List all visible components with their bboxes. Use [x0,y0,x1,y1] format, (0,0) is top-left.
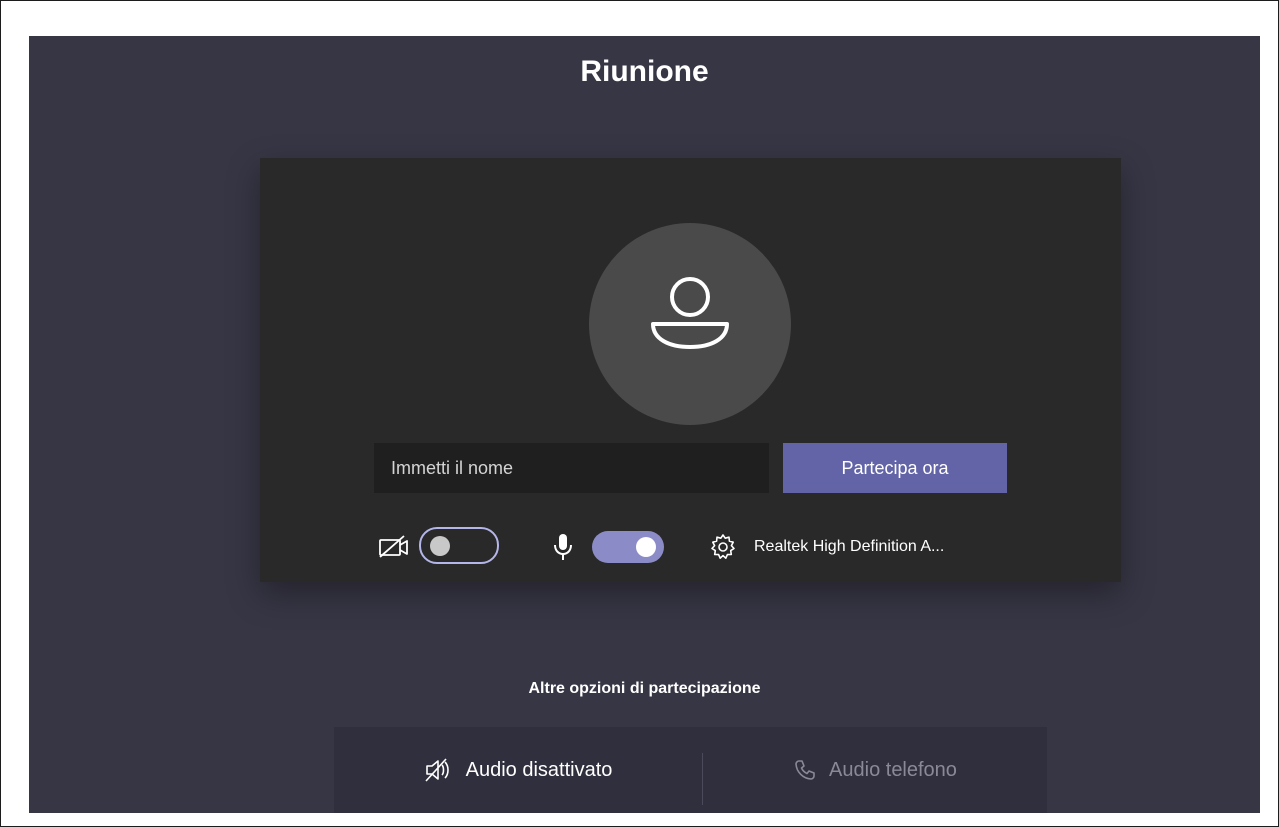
phone-audio-option[interactable]: Audio telefono [703,727,1047,813]
phone-icon [795,760,815,780]
audio-off-label: Audio disattivato [465,758,613,781]
person-icon [651,277,729,349]
camera-off-icon[interactable] [378,535,410,559]
page-title: Riunione [580,55,709,88]
join-options-bar: Audio disattivato Audio telefono [334,727,1047,813]
microphone-toggle[interactable] [592,531,664,563]
window-frame: Riunione Partecipa ora [0,0,1279,827]
audio-off-option[interactable]: Audio disattivato [334,727,702,813]
microphone-icon[interactable] [552,532,574,562]
phone-audio-label: Audio telefono [829,758,957,781]
microphone-toggle-knob [636,537,656,557]
device-controls: Realtek High Definition A... [260,523,1121,573]
join-now-button[interactable]: Partecipa ora [783,443,1007,493]
more-join-options-title: Altre opzioni di partecipazione [528,680,761,697]
gear-icon[interactable] [709,533,737,561]
speaker-off-icon [425,758,449,782]
avatar [589,223,791,425]
audio-device-selector[interactable]: Realtek High Definition A... [754,535,944,559]
video-preview-panel: Partecipa ora [260,158,1121,582]
meeting-prejoin-screen: Riunione Partecipa ora [29,36,1260,813]
name-input[interactable] [374,443,769,493]
camera-toggle[interactable] [419,527,499,564]
camera-toggle-knob [430,536,450,556]
